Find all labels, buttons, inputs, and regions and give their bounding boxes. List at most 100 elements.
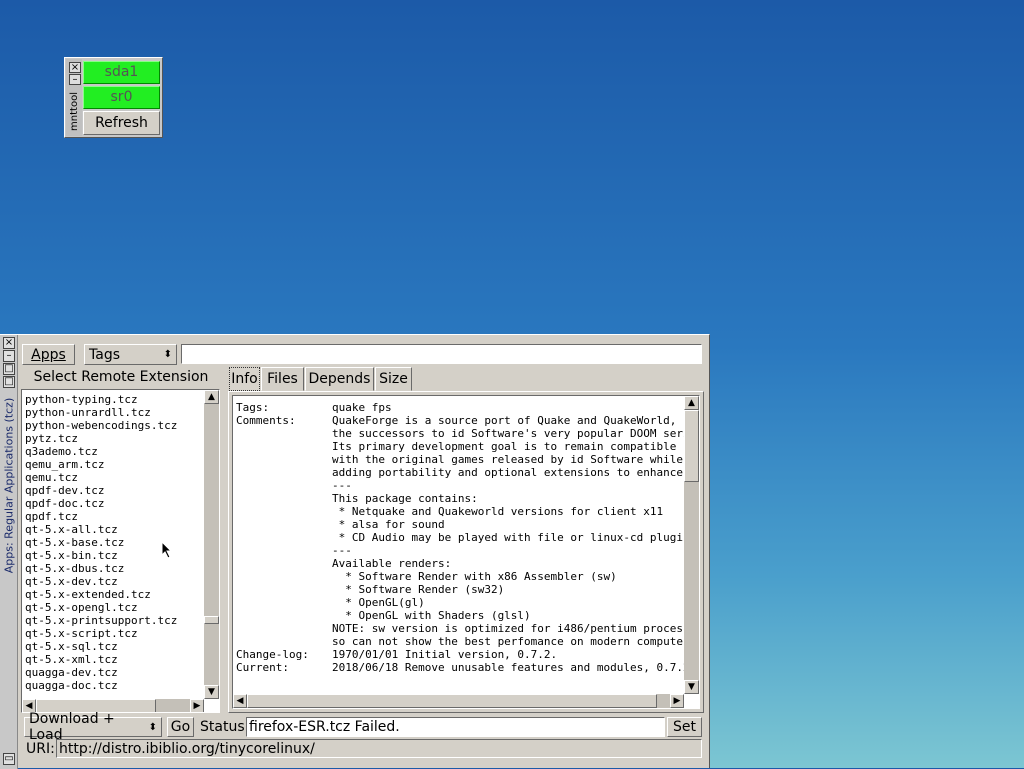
info-value: quake fps [332,401,392,414]
info-key: Current: [236,661,289,674]
info-value: adding portability and optional extensio… [332,466,684,479]
list-item[interactable]: quagga-doc.tcz [23,679,201,692]
list-item[interactable]: qt-5.x-bin.tcz [23,549,201,562]
search-mode-select[interactable]: Tags ⬍ [84,344,177,365]
device-button-sda1[interactable]: sda1 [83,61,160,84]
info-row: with the original games released by id S… [236,453,683,466]
list-item[interactable]: pytz.tcz [23,432,201,445]
info-value: so can not show the best perfomance on m… [332,635,684,648]
refresh-button[interactable]: Refresh [83,111,160,135]
scroll-up-icon[interactable]: ▲ [204,390,219,404]
info-vscrollbar[interactable]: ▲ ▼ [684,396,699,694]
info-row: --- [236,544,352,557]
list-item[interactable]: qt-5.x-dbus.tcz [23,562,201,575]
info-row: so can not show the best perfomance on m… [236,635,684,648]
mount-tool-titlebar[interactable]: × – mnttool [66,59,82,136]
info-row: Change-log: 1970/01/01 Initial version, 0… [236,648,557,661]
updown-icon: ⬍ [148,721,157,733]
scroll-right-icon[interactable]: ▶ [670,694,684,708]
info-hscroll-thumb[interactable] [247,694,657,708]
go-button[interactable]: Go [167,717,194,737]
info-scroll-thumb[interactable] [684,410,699,482]
search-input[interactable] [181,344,702,364]
tab-depends[interactable]: Depends [305,367,374,391]
extension-list-items: python-typing.tcz python-unrardll.tcz pyth… [23,393,201,692]
extension-list-scrollbar[interactable]: ▲ ▼ [204,390,219,699]
info-row: Its primary development goal is to remai… [236,440,676,453]
apps-window-titlebar[interactable]: × – □ □ Apps: Regular Applications (tcz)… [0,335,18,769]
updown-icon: ⬍ [163,349,172,360]
info-value: This package contains: [332,492,478,505]
list-item[interactable]: qt-5.x-sql.tcz [23,640,201,653]
info-value: * CD Audio may be played with file or li… [332,531,684,544]
info-pane-frame: Tags: quake fps Comments: QuakeForge is a s… [228,391,704,713]
list-item[interactable]: qemu_arm.tcz [23,458,201,471]
list-item[interactable]: qpdf.tcz [23,510,201,523]
info-row: Current: 2018/06/18 Remove unusable featu… [236,661,684,674]
list-item[interactable]: python-typing.tcz [23,393,201,406]
info-value: 1970/01/01 Initial version, 0.7.2. [332,648,558,661]
list-item[interactable]: qpdf-dev.tcz [23,484,201,497]
list-heading: Select Remote Extension [33,369,209,385]
info-text: Tags: quake fps Comments: QuakeForge is a s… [236,401,684,691]
uri-label: URI: [26,741,55,757]
device-button-sr0[interactable]: sr0 [83,86,160,109]
list-item[interactable]: qpdf-doc.tcz [23,497,201,510]
scroll-thumb[interactable] [204,616,219,624]
info-key: Tags: [236,401,270,414]
scroll-down-icon[interactable]: ▼ [684,680,699,694]
apps-menu-button[interactable]: Apps [22,344,75,365]
info-row: * CD Audio may be played with file or li… [236,531,684,544]
restore-icon[interactable]: □ [3,376,15,388]
extension-list[interactable]: python-typing.tcz python-unrardll.tcz pyth… [21,389,220,713]
scroll-right-icon[interactable]: ▶ [190,699,204,712]
status-field: firefox-ESR.tcz Failed. [246,717,665,737]
minimize-icon[interactable]: – [69,74,81,85]
tab-files[interactable]: Files [261,367,304,391]
status-label: Status [200,719,245,735]
scroll-down-icon[interactable]: ▼ [204,685,219,699]
info-row: * OpenGL(gl) [236,596,425,609]
list-item[interactable]: qt-5.x-all.tcz [23,523,201,536]
info-value: * Software Render (sw32) [332,583,505,596]
scroll-left-icon[interactable]: ◀ [233,694,247,708]
list-item[interactable]: qt-5.x-printsupport.tcz [23,614,201,627]
list-item[interactable]: python-webencodings.tcz [23,419,201,432]
tab-info[interactable]: Info [229,367,260,391]
list-item[interactable]: python-unrardll.tcz [23,406,201,419]
list-item[interactable]: qt-5.x-dev.tcz [23,575,201,588]
info-value: Available renders: [332,557,452,570]
info-value: 2018/06/18 Remove unusable features and … [332,661,684,674]
info-hscrollbar[interactable]: ◀ ▶ [233,694,684,708]
uri-field[interactable]: http://distro.ibiblio.org/tinycorelinux/ [56,739,702,758]
resize-icon[interactable]: ▭ [3,753,15,765]
info-value: * OpenGL(gl) [332,596,425,609]
close-icon[interactable]: × [69,62,81,73]
info-value: NOTE: sw version is optimized for i486/p… [332,622,684,635]
set-button[interactable]: Set [667,717,702,737]
list-item[interactable]: qt-5.x-extended.tcz [23,588,201,601]
apps-menu-label: Apps [31,346,66,363]
list-item[interactable]: qt-5.x-opengl.tcz [23,601,201,614]
info-value: * alsa for sound [332,518,445,531]
list-item[interactable]: quagga-dev.tcz [23,666,201,679]
list-item[interactable]: q3ademo.tcz [23,445,201,458]
info-row: This package contains: [236,492,478,505]
info-value: Its primary development goal is to remai… [332,440,677,453]
list-item[interactable]: qt-5.x-script.tcz [23,627,201,640]
info-textbox[interactable]: Tags: quake fps Comments: QuakeForge is a s… [232,395,700,709]
search-mode-value: Tags [89,346,120,363]
scroll-up-icon[interactable]: ▲ [684,396,699,410]
tab-size[interactable]: Size [375,367,412,391]
info-row: * Netquake and Quakeworld versions for c… [236,505,664,518]
close-icon[interactable]: × [3,337,15,349]
list-item[interactable]: qemu.tcz [23,471,201,484]
download-mode-select[interactable]: Download + Load ⬍ [24,711,162,743]
minimize-icon[interactable]: – [3,350,15,362]
mount-tool-window: × – mnttool sda1 sr0 Refresh [64,57,163,138]
list-item[interactable]: qt-5.x-xml.tcz [23,653,201,666]
list-item[interactable]: qt-5.x-base.tcz [23,536,201,549]
info-value: * Netquake and Quakeworld versions for c… [332,505,664,518]
info-row: * OpenGL with Shaders (glsl) [236,609,530,622]
maximize-icon[interactable]: □ [3,363,15,375]
